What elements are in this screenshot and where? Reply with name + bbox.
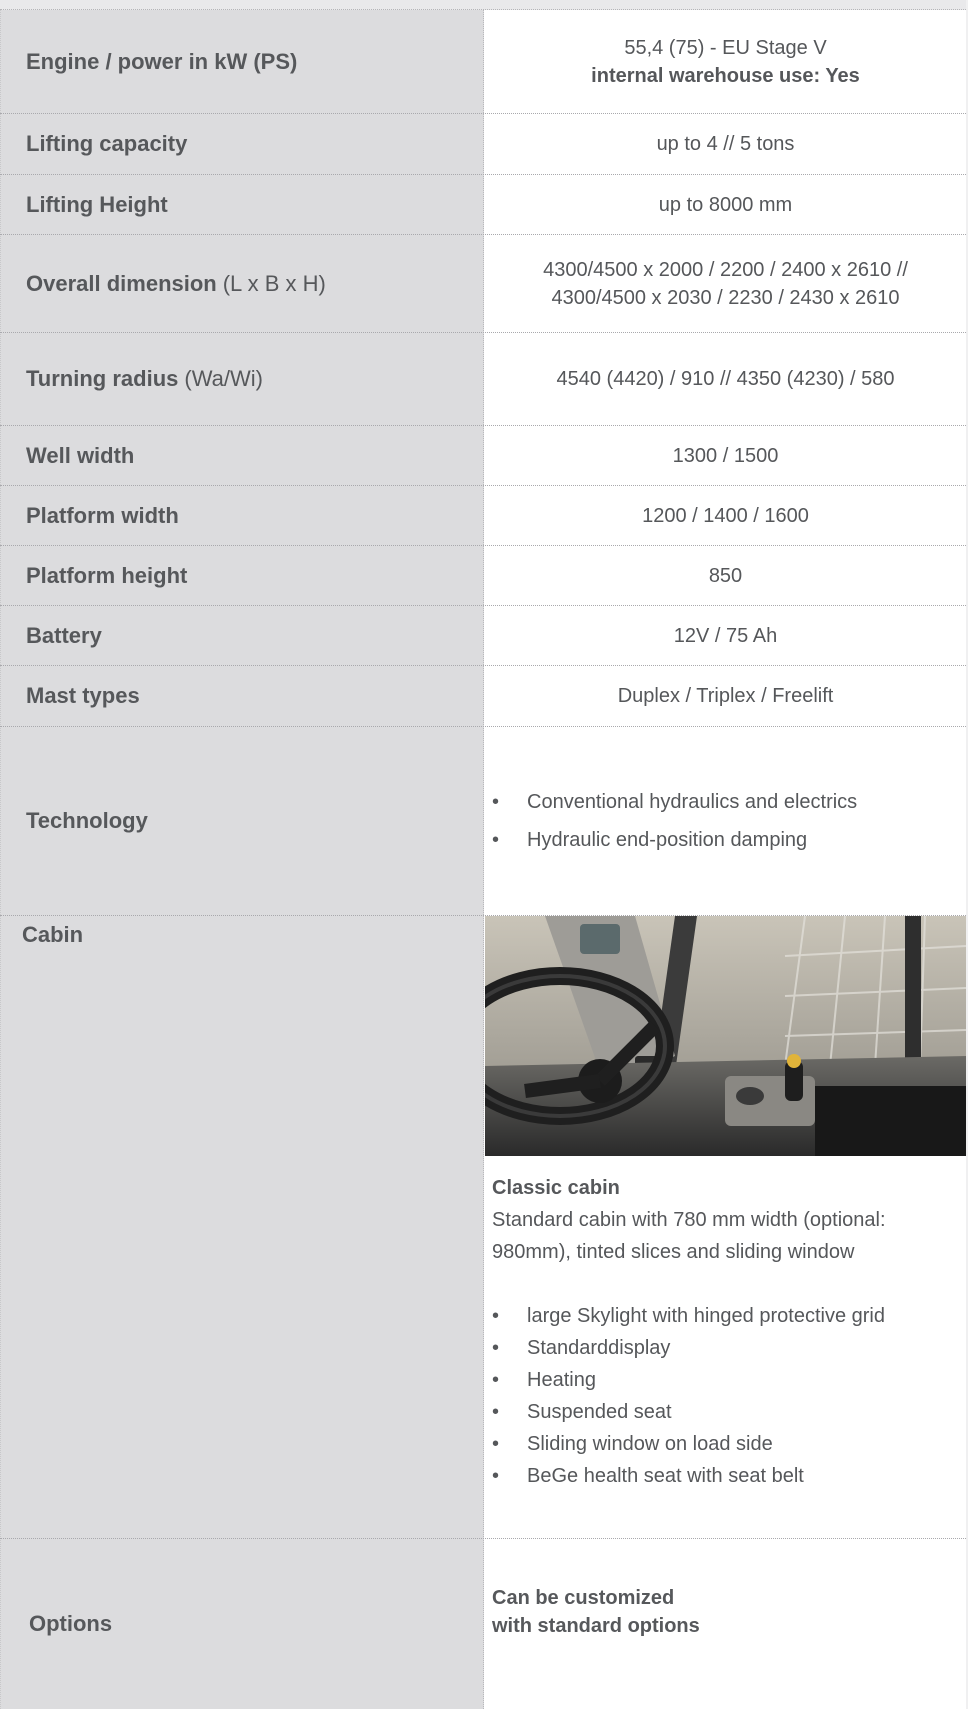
spec-value-line: 4300/4500 x 2030 / 2230 / 2430 x 2610 bbox=[551, 286, 900, 309]
spec-label: Turning radius (Wa/Wi) bbox=[26, 333, 466, 425]
top-strip bbox=[0, 0, 968, 10]
spec-value: Conventional hydraulics and electrics Hy… bbox=[492, 727, 962, 915]
spec-label: Lifting capacity bbox=[26, 114, 466, 174]
spec-value: 55,4 (75) - EU Stage V internal warehous… bbox=[485, 10, 966, 113]
spec-label: Options bbox=[29, 1539, 469, 1709]
cabin-interior-photo bbox=[485, 916, 966, 1156]
spec-label-text: Well width bbox=[26, 442, 135, 468]
spec-row-platform-height: Platform height 850 bbox=[0, 546, 966, 606]
list-item: Conventional hydraulics and electrics bbox=[492, 783, 962, 821]
spec-label-text: Platform height bbox=[26, 562, 188, 588]
spec-label: Engine / power in kW (PS) bbox=[26, 10, 466, 113]
spec-value-line: 1200 / 1400 / 1600 bbox=[642, 504, 809, 527]
spec-row-turning-radius: Turning radius (Wa/Wi) 4540 (4420) / 910… bbox=[0, 333, 966, 426]
spec-value-line: 12V / 75 Ah bbox=[673, 624, 778, 647]
spec-value: 4300/4500 x 2000 / 2200 / 2400 x 2610 //… bbox=[485, 235, 966, 332]
spec-value: 1300 / 1500 bbox=[485, 426, 966, 485]
spec-value-line: Duplex / Triplex / Freelift bbox=[617, 685, 834, 707]
spec-label-text: Turning radius bbox=[26, 366, 179, 391]
spec-label-text: Platform width bbox=[26, 502, 179, 528]
spec-row-overall-dimension: Overall dimension (L x B x H) 4300/4500 … bbox=[0, 235, 966, 333]
spec-value: 12V / 75 Ah bbox=[485, 606, 966, 665]
spec-label: Battery bbox=[26, 606, 466, 665]
spec-row-mast-types: Mast types Duplex / Triplex / Freelift bbox=[0, 666, 966, 727]
technology-list: Conventional hydraulics and electrics Hy… bbox=[492, 783, 962, 859]
spec-label: Platform height bbox=[26, 546, 466, 605]
list-item: Suspended seat bbox=[492, 1396, 962, 1428]
list-item: Sliding window on load side bbox=[492, 1428, 962, 1460]
spec-label-text: Lifting capacity bbox=[26, 131, 188, 156]
spec-label: Platform width bbox=[26, 486, 466, 545]
options-value: Can be customized with standard options bbox=[492, 1584, 962, 1640]
spec-row-technology: Technology Conventional hydraulics and e… bbox=[0, 727, 966, 916]
cabin-description-line: 980mm), tinted slices and sliding window bbox=[492, 1241, 855, 1263]
spec-row-battery: Battery 12V / 75 Ah bbox=[0, 606, 966, 666]
spec-label-text: Mast types bbox=[26, 683, 140, 708]
options-value-line: Can be customized bbox=[492, 1587, 675, 1609]
list-item: Standarddisplay bbox=[492, 1332, 962, 1364]
spec-label-suffix: (L x B x H) bbox=[222, 270, 326, 296]
spec-value: 4540 (4420) / 910 // 4350 (4230) / 580 bbox=[485, 333, 966, 425]
spec-label-text: Technology bbox=[26, 808, 148, 833]
spec-value: 1200 / 1400 / 1600 bbox=[485, 486, 966, 545]
cabin-description-line: Standard cabin with 780 mm width (option… bbox=[492, 1209, 886, 1231]
spec-label-text: Lifting Height bbox=[26, 191, 168, 217]
spec-value-line: 1300 / 1500 bbox=[672, 444, 779, 467]
spec-row-lifting-height: Lifting Height up to 8000 mm bbox=[0, 175, 966, 235]
spec-value-line: 55,4 (75) - EU Stage V bbox=[624, 36, 827, 59]
spec-value-line: 850 bbox=[708, 564, 743, 587]
spec-value: up to 4 // 5 tons bbox=[485, 114, 966, 174]
spec-row-lifting-capacity: Lifting capacity up to 4 // 5 tons bbox=[0, 114, 966, 175]
spec-label-text: Overall dimension bbox=[26, 270, 217, 296]
spec-label-suffix: (Wa/Wi) bbox=[184, 366, 263, 391]
list-item: large Skylight with hinged protective gr… bbox=[492, 1300, 962, 1332]
spec-value-line: up to 8000 mm bbox=[658, 193, 793, 216]
spec-label: Lifting Height bbox=[26, 175, 466, 234]
spec-label: Overall dimension (L x B x H) bbox=[26, 235, 466, 332]
spec-label-text: Cabin bbox=[22, 922, 84, 947]
spec-value-line: up to 4 // 5 tons bbox=[656, 133, 795, 155]
spec-row-well-width: Well width 1300 / 1500 bbox=[0, 426, 966, 486]
list-item: Hydraulic end-position damping bbox=[492, 821, 962, 859]
spec-sheet-page: Engine / power in kW (PS) 55,4 (75) - EU… bbox=[0, 0, 968, 1709]
spec-label-text: Engine / power in kW (PS) bbox=[26, 48, 298, 74]
spec-label: Mast types bbox=[26, 666, 466, 726]
spec-value: 850 bbox=[485, 546, 966, 605]
spec-row-engine: Engine / power in kW (PS) 55,4 (75) - EU… bbox=[0, 10, 966, 114]
spec-label: Cabin bbox=[22, 922, 83, 948]
spec-value-line-bold: internal warehouse use: Yes bbox=[591, 64, 860, 87]
spec-label: Well width bbox=[26, 426, 466, 485]
cabin-description: Classic cabin Standard cabin with 780 mm… bbox=[492, 1172, 962, 1492]
spec-value-line: 4300/4500 x 2000 / 2200 / 2400 x 2610 // bbox=[543, 258, 908, 281]
list-item: Heating bbox=[492, 1364, 962, 1396]
spec-value: Duplex / Triplex / Freelift bbox=[485, 666, 966, 726]
spec-label-text: Options bbox=[29, 1611, 113, 1636]
spec-value: up to 8000 mm bbox=[485, 175, 966, 234]
spec-label: Technology bbox=[26, 727, 466, 915]
cabin-feature-list: large Skylight with hinged protective gr… bbox=[492, 1300, 962, 1492]
options-value-line: with standard options bbox=[492, 1615, 700, 1637]
spec-value-line: 4540 (4420) / 910 // 4350 (4230) / 580 bbox=[556, 368, 895, 390]
spec-label-text: Battery bbox=[26, 622, 102, 648]
spec-row-platform-width: Platform width 1200 / 1400 / 1600 bbox=[0, 486, 966, 546]
list-item: BeGe health seat with seat belt bbox=[492, 1460, 962, 1492]
cabin-title: Classic cabin bbox=[492, 1177, 620, 1199]
